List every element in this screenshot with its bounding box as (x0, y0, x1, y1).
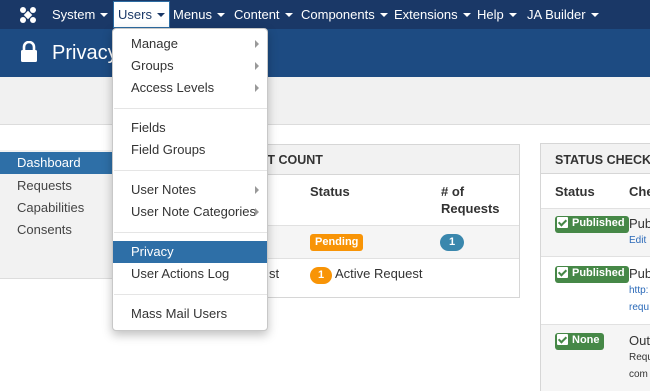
sidebar-item-consents[interactable]: Consents (0, 219, 112, 241)
menu-item-user-actions-log[interactable]: User Actions Log (113, 263, 267, 285)
page-header: Privacy (0, 29, 650, 77)
column-header-requests-line2: Requests (441, 201, 500, 216)
status-badge-pending: Pending (310, 234, 364, 251)
count-badge: 1 (310, 267, 332, 284)
chevron-right-icon (255, 208, 259, 216)
request-count-panel: ST COUNT Status # of Requests Pending 1 … (250, 144, 520, 298)
toolbar (0, 77, 650, 125)
panel-header: STATUS CHECK (541, 144, 650, 174)
menu-item-mass-mail-users[interactable]: Mass Mail Users (113, 303, 267, 325)
table-row: Published Pub Edit (541, 209, 650, 256)
nav-menu-components[interactable]: Components (301, 0, 388, 29)
check-title: Pub (629, 266, 650, 281)
menu-item-user-notes[interactable]: User Notes (113, 179, 267, 201)
nav-menu-help[interactable]: Help (477, 0, 517, 29)
check-icon (557, 266, 568, 278)
chevron-right-icon (255, 84, 259, 92)
sidebar-item-dashboard[interactable]: Dashboard (0, 152, 112, 174)
sidebar-item-requests[interactable]: Requests (0, 175, 112, 197)
top-navbar: System Users Menus Content Components Ex… (0, 0, 650, 29)
nav-menu-users[interactable]: Users (113, 1, 170, 28)
edit-link[interactable]: Edit (629, 235, 646, 246)
status-badge-published: Published (555, 216, 629, 233)
url-link[interactable]: requ (629, 302, 649, 313)
caret-down-icon (379, 12, 388, 17)
menu-divider (114, 294, 267, 295)
sidebar-item-capabilities[interactable]: Capabilities (0, 197, 112, 219)
check-title: Out (629, 333, 650, 348)
caret-down-icon (100, 12, 109, 17)
nav-menu-menus[interactable]: Menus (173, 0, 226, 29)
column-header-requests-line1: # of (441, 184, 465, 199)
status-badge-published: Published (555, 266, 629, 283)
status-text: Active Request (335, 266, 423, 281)
menu-item-privacy[interactable]: Privacy (113, 241, 267, 263)
check-description: com (629, 369, 648, 380)
check-icon (557, 333, 568, 345)
joomla-logo-icon[interactable] (17, 4, 39, 26)
caret-down-icon (590, 12, 599, 17)
nav-menu-system[interactable]: System (52, 0, 109, 29)
page-title: Privacy (52, 42, 118, 64)
menu-item-groups[interactable]: Groups (113, 55, 267, 77)
menu-item-fields[interactable]: Fields (113, 117, 267, 139)
users-dropdown-menu: Manage Groups Access Levels Fields Field… (112, 28, 268, 331)
menu-divider (114, 170, 267, 171)
divider (251, 258, 519, 259)
check-title: Pub (629, 216, 650, 231)
check-icon (557, 216, 568, 228)
lock-icon (21, 41, 37, 62)
chevron-right-icon (255, 40, 259, 48)
url-link[interactable]: http: (629, 285, 648, 296)
menu-divider (114, 108, 267, 109)
table-row: None Out Requ com (541, 325, 650, 391)
column-header-check: Che (629, 184, 650, 199)
caret-down-icon (462, 12, 471, 17)
panel-header: ST COUNT (251, 145, 519, 175)
menu-item-field-groups[interactable]: Field Groups (113, 139, 267, 161)
caret-down-icon (508, 12, 517, 17)
caret-down-icon (284, 12, 293, 17)
chevron-right-icon (255, 186, 259, 194)
menu-item-user-note-categories[interactable]: User Note Categories (113, 201, 267, 223)
check-description: Requ (629, 352, 650, 363)
nav-menu-content[interactable]: Content (234, 0, 293, 29)
menu-item-manage[interactable]: Manage (113, 33, 267, 55)
nav-menu-extensions[interactable]: Extensions (394, 0, 471, 29)
column-header-status: Status (555, 184, 595, 199)
nav-menu-ja-builder[interactable]: JA Builder (527, 0, 599, 29)
status-check-panel: STATUS CHECK Status Che Published Pub Ed… (540, 143, 650, 391)
status-badge-none: None (555, 333, 604, 350)
sidebar: Dashboard Requests Capabilities Consents (0, 150, 112, 279)
column-header-status: Status (310, 184, 350, 199)
caret-down-icon (156, 12, 165, 17)
caret-down-icon (217, 12, 226, 17)
panel-title: STATUS CHECK (555, 153, 650, 167)
row-label: st (269, 266, 280, 281)
table-row: Pending 1 (251, 226, 519, 258)
menu-divider (114, 232, 267, 233)
count-badge[interactable]: 1 (440, 234, 464, 251)
menu-item-access-levels[interactable]: Access Levels (113, 77, 267, 99)
divider (541, 256, 650, 257)
chevron-right-icon (255, 62, 259, 70)
